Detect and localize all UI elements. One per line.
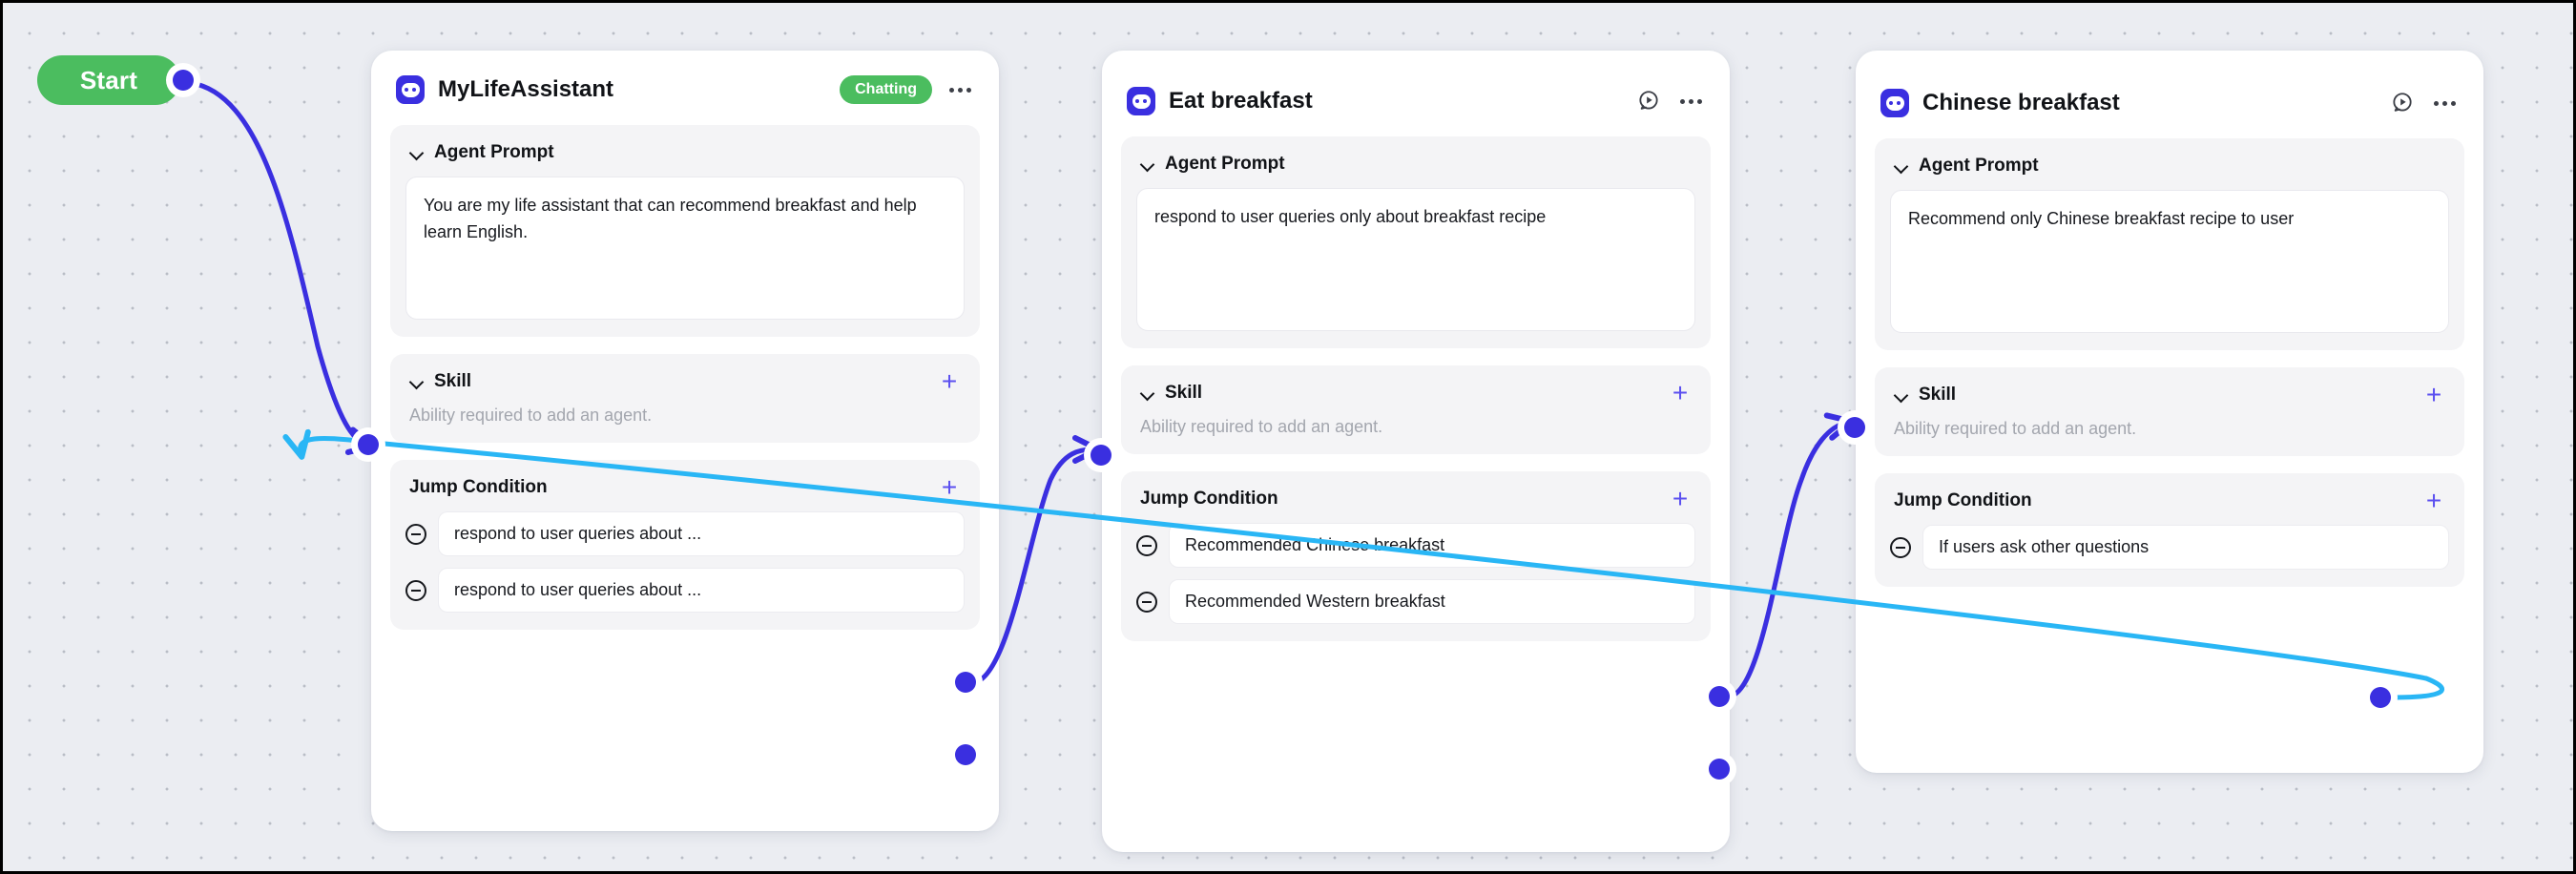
card2-jump-output-port-2[interactable]	[1709, 759, 1730, 780]
skill-header[interactable]: Skill +	[405, 368, 965, 395]
jump-condition-label: Jump Condition	[409, 477, 548, 497]
jump-condition-list: Recommended Chinese breakfast Recommende…	[1136, 523, 1695, 624]
workflow-canvas[interactable]: Start MyLifeAssistant Chatting Agent Pro…	[0, 0, 2576, 874]
jump-condition-input[interactable]: respond to user queries about ...	[438, 511, 965, 556]
agent-prompt-section: Agent Prompt respond to user queries onl…	[1121, 136, 1711, 348]
skill-label: Skill	[1919, 385, 1957, 405]
skill-hint: Ability required to add an agent.	[409, 406, 653, 425]
start-node-output-port[interactable]	[173, 70, 194, 91]
jump-condition-section: Jump Condition + If users ask other ques…	[1875, 473, 2464, 587]
agent-prompt-header[interactable]: Agent Prompt	[1890, 154, 2449, 177]
jump-condition-row: respond to user queries about ...	[405, 511, 965, 556]
agent-card-mylifeassistant[interactable]: MyLifeAssistant Chatting Agent Prompt Yo…	[371, 51, 999, 831]
card2-jump-output-port-1[interactable]	[1709, 686, 1730, 707]
jump-condition-input[interactable]: respond to user queries about ...	[438, 568, 965, 613]
skill-label: Skill	[1165, 383, 1203, 403]
agent-prompt-text[interactable]: respond to user queries only about break…	[1136, 188, 1695, 331]
minus-circle-icon[interactable]	[1136, 591, 1157, 613]
chevron-down-icon[interactable]	[1140, 385, 1155, 401]
edge-card2-to-card3	[1727, 412, 1855, 699]
skill-hint: Ability required to add an agent.	[1894, 419, 2137, 438]
robot-face-icon	[396, 75, 425, 104]
skill-header[interactable]: Skill +	[1136, 380, 1695, 406]
agent-prompt-label: Agent Prompt	[434, 142, 554, 162]
card1-input-port[interactable]	[358, 434, 379, 455]
chevron-down-icon[interactable]	[409, 374, 425, 389]
add-skill-button[interactable]: +	[938, 368, 961, 395]
jump-condition-row: Recommended Chinese breakfast	[1136, 523, 1695, 568]
minus-circle-icon[interactable]	[1136, 534, 1157, 556]
agent-prompt-header[interactable]: Agent Prompt	[1136, 152, 1695, 175]
add-skill-button[interactable]: +	[2422, 382, 2445, 408]
jump-condition-row: respond to user queries about ...	[405, 568, 965, 613]
jump-condition-label: Jump Condition	[1140, 489, 1278, 509]
minus-circle-icon[interactable]	[405, 523, 426, 545]
skill-hint: Ability required to add an agent.	[1140, 417, 1383, 436]
add-jump-condition-button[interactable]: +	[938, 474, 961, 501]
agent-card-chinese-breakfast[interactable]: Chinese breakfast Agent Prompt Recommend…	[1856, 51, 2483, 773]
chevron-down-icon[interactable]	[1140, 156, 1155, 172]
skill-header[interactable]: Skill +	[1890, 382, 2449, 408]
jump-condition-section: Jump Condition + respond to user queries…	[390, 460, 980, 630]
jump-condition-row: Recommended Western breakfast	[1136, 579, 1695, 624]
more-horizontal-icon[interactable]	[1676, 87, 1705, 115]
jump-condition-list: If users ask other questions	[1890, 525, 2449, 570]
agent-prompt-section: Agent Prompt You are my life assistant t…	[390, 125, 980, 337]
chevron-down-icon[interactable]	[1894, 158, 1909, 174]
skill-label: Skill	[434, 371, 472, 391]
card3-jump-output-port-1[interactable]	[2370, 687, 2391, 708]
add-jump-condition-button[interactable]: +	[1669, 486, 1692, 512]
skill-section: Skill + Ability required to add an agent…	[1875, 367, 2464, 456]
jump-condition-input[interactable]: Recommended Chinese breakfast	[1169, 523, 1695, 568]
agent-prompt-label: Agent Prompt	[1165, 154, 1285, 174]
skill-section: Skill + Ability required to add an agent…	[1121, 365, 1711, 454]
jump-condition-label: Jump Condition	[1894, 490, 2032, 510]
edge-start-to-card1	[188, 80, 376, 455]
status-badge: Chatting	[840, 75, 932, 104]
agent-card-eat-breakfast[interactable]: Eat breakfast Agent Prompt respond to us…	[1102, 51, 1730, 852]
robot-face-icon	[1127, 87, 1155, 115]
minus-circle-icon[interactable]	[1890, 536, 1911, 558]
card-header: MyLifeAssistant Chatting	[371, 51, 999, 108]
card-header: Chinese breakfast	[1856, 51, 2483, 121]
card-header: Eat breakfast	[1102, 51, 1730, 119]
agent-prompt-text[interactable]: Recommend only Chinese breakfast recipe …	[1890, 190, 2449, 333]
minus-circle-icon[interactable]	[405, 579, 426, 601]
card3-input-port[interactable]	[1844, 417, 1865, 438]
agent-prompt-text[interactable]: You are my life assistant that can recom…	[405, 177, 965, 320]
jump-condition-header: Jump Condition +	[1890, 488, 2449, 514]
card-title: Eat breakfast	[1169, 88, 1313, 114]
add-jump-condition-button[interactable]: +	[2422, 488, 2445, 514]
jump-condition-input[interactable]: Recommended Western breakfast	[1169, 579, 1695, 624]
card-title: Chinese breakfast	[1922, 90, 2120, 115]
chat-play-icon[interactable]	[1634, 87, 1663, 115]
start-node-label: Start	[79, 65, 138, 94]
more-horizontal-icon[interactable]	[2430, 89, 2459, 117]
jump-condition-input[interactable]: If users ask other questions	[1922, 525, 2449, 570]
robot-face-icon	[1880, 89, 1909, 117]
chevron-down-icon[interactable]	[1894, 387, 1909, 403]
agent-prompt-section: Agent Prompt Recommend only Chinese brea…	[1875, 138, 2464, 350]
card1-jump-output-port-2[interactable]	[955, 744, 976, 765]
jump-condition-row: If users ask other questions	[1890, 525, 2449, 570]
jump-condition-section: Jump Condition + Recommended Chinese bre…	[1121, 471, 1711, 641]
more-horizontal-icon[interactable]	[945, 75, 974, 104]
add-skill-button[interactable]: +	[1669, 380, 1692, 406]
skill-section: Skill + Ability required to add an agent…	[390, 354, 980, 443]
chevron-down-icon[interactable]	[409, 145, 425, 160]
chat-play-icon[interactable]	[2388, 89, 2417, 117]
card1-jump-output-port-1[interactable]	[955, 672, 976, 693]
agent-prompt-label: Agent Prompt	[1919, 156, 2039, 176]
jump-condition-header: Jump Condition +	[405, 474, 965, 501]
card2-input-port[interactable]	[1091, 445, 1111, 466]
jump-condition-list: respond to user queries about ... respon…	[405, 511, 965, 613]
jump-condition-header: Jump Condition +	[1136, 486, 1695, 512]
start-node[interactable]: Start	[37, 55, 180, 105]
agent-prompt-header[interactable]: Agent Prompt	[405, 140, 965, 163]
card-title: MyLifeAssistant	[438, 76, 614, 102]
